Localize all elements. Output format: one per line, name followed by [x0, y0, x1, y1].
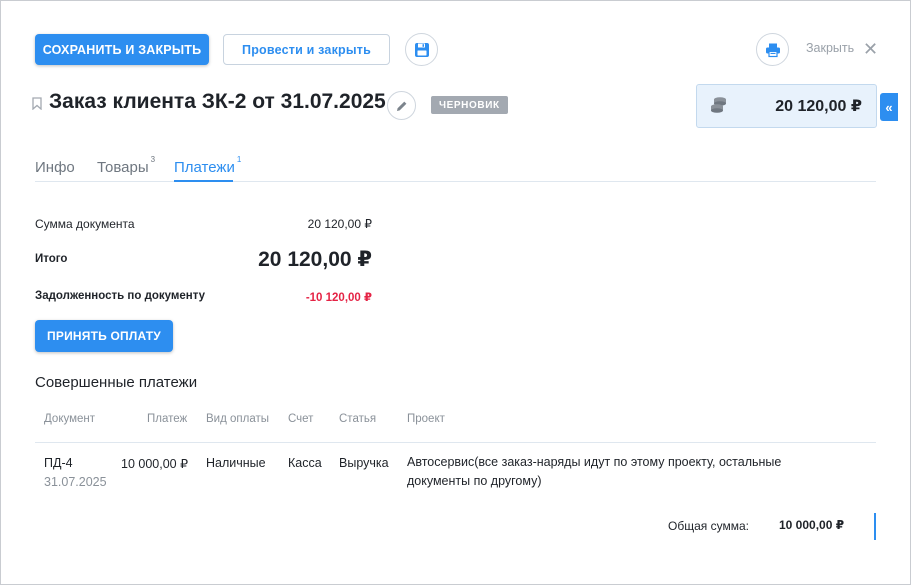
- payment-account: Касса: [288, 456, 322, 470]
- payment-article: Выручка: [339, 456, 389, 470]
- column-header-account: Счет: [288, 413, 314, 425]
- tab-info[interactable]: Инфо: [35, 159, 75, 176]
- payments-total-label: Общая сумма:: [668, 519, 749, 533]
- close-link[interactable]: Закрыть: [806, 41, 854, 55]
- tab-goods[interactable]: Товары 3: [97, 155, 155, 176]
- debt-value: -10 120,00 ₽: [305, 292, 372, 304]
- debt-label: Задолженность по документу: [35, 290, 206, 302]
- print-button[interactable]: [756, 33, 789, 66]
- column-header-project: Проект: [407, 413, 445, 425]
- collapse-panel-button[interactable]: «: [880, 93, 898, 121]
- coins-icon: [711, 97, 726, 113]
- column-header-payment: Платеж: [147, 413, 188, 425]
- payment-doc-link[interactable]: ПД-4: [44, 456, 73, 470]
- bookmark-icon[interactable]: [32, 97, 42, 110]
- edit-title-button[interactable]: [387, 91, 416, 120]
- document-title: Заказ клиента ЗК-2 от 31.07.2025: [49, 90, 386, 113]
- column-header-document: Документ: [44, 413, 96, 425]
- accept-payment-button[interactable]: Принять оплату: [35, 320, 173, 352]
- floppy-disk-icon: [414, 42, 429, 57]
- total-value: 20 120,00 ₽: [258, 248, 372, 271]
- tab-payments-label: Платежи: [174, 159, 235, 176]
- tab-goods-count: 3: [150, 155, 156, 164]
- doc-sum-value: 20 120,00 ₽: [307, 217, 372, 231]
- payment-date: 31.07.2025: [44, 475, 107, 489]
- document-total-amount: 20 120,00 ₽: [775, 98, 862, 115]
- doc-sum-label: Сумма документа: [35, 217, 135, 231]
- tab-payments[interactable]: Платежи 1: [174, 155, 241, 182]
- pencil-icon: [396, 101, 406, 111]
- payments-total-value: 10 000,00 ₽: [779, 518, 845, 532]
- save-and-close-button[interactable]: Сохранить и закрыть: [35, 34, 209, 65]
- tabs-bar: Инфо Товары 3 Платежи 1: [35, 155, 876, 182]
- total-label: Итого: [35, 253, 68, 265]
- column-header-article: Статья: [339, 413, 377, 425]
- table-divider: [35, 442, 876, 443]
- status-badge: Черновик: [431, 96, 508, 114]
- scroll-indicator: [874, 513, 876, 540]
- column-header-payment-type: Вид оплаты: [206, 413, 270, 425]
- tab-payments-count: 1: [236, 155, 242, 164]
- printer-icon: [765, 43, 780, 57]
- tab-info-label: Инфо: [35, 159, 75, 176]
- payment-project: Автосервис(все заказ-наряды идут по этом…: [407, 455, 782, 488]
- double-chevron-left-icon: «: [885, 99, 893, 115]
- post-and-close-button[interactable]: Провести и закрыть: [223, 34, 390, 65]
- order-window: Сохранить и закрыть Провести и закрыть З…: [0, 0, 911, 585]
- document-total-card: 20 120,00 ₽: [696, 84, 877, 128]
- close-icon[interactable]: ✕: [863, 39, 878, 60]
- payment-amount: 10 000,00 ₽: [121, 457, 189, 471]
- save-icon-button[interactable]: [405, 33, 438, 66]
- payment-method: Наличные: [206, 456, 266, 470]
- payments-section-title: Совершенные платежи: [35, 374, 198, 391]
- tab-goods-label: Товары: [97, 159, 149, 176]
